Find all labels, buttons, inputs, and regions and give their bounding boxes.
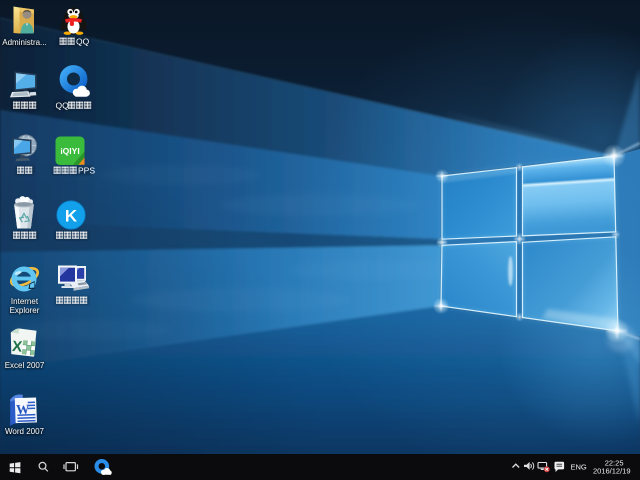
svg-text:QQ: QQ	[56, 101, 70, 111]
svg-text:QQ: QQ	[76, 37, 90, 47]
svg-text:iQIYI: iQIYI	[60, 146, 79, 156]
svg-text:X: X	[11, 338, 22, 356]
svg-text:2016/12/19: 2016/12/19	[593, 467, 631, 476]
svg-text:K: K	[65, 207, 78, 226]
svg-text:PPS: PPS	[78, 166, 95, 176]
svg-text:ENG: ENG	[571, 463, 587, 472]
